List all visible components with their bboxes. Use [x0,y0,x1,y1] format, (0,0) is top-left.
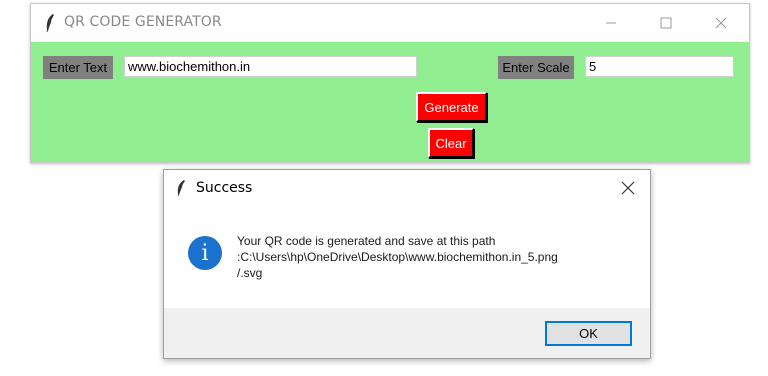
main-window: QR CODE GENERATOR Enter Text www.biochem… [30,3,750,163]
feather-icon [46,14,54,33]
close-icon [715,17,727,29]
clear-button[interactable]: Clear [428,128,474,158]
dialog-body: i Your QR code is generated and save at … [164,206,650,308]
dialog-title: Success [196,180,253,196]
text-input[interactable]: www.biochemithon.in [124,56,417,77]
message-line-3: /.svg [237,266,263,280]
enter-scale-label: Enter Scale [498,56,574,79]
message-line-2: :C:\Users\hp\OneDrive\Desktop\www.bioche… [237,250,558,264]
enter-text-label: Enter Text [43,56,113,79]
scale-input[interactable]: 5 [585,56,734,77]
dialog-close-button[interactable] [616,176,640,200]
generate-button[interactable]: Generate [416,92,487,122]
feather-icon [177,180,185,197]
maximize-button[interactable] [643,4,689,42]
minimize-icon [606,22,616,24]
ok-button[interactable]: OK [545,321,632,346]
close-button[interactable] [698,4,744,42]
close-icon [621,181,635,195]
maximize-icon [660,17,672,29]
title-bar[interactable]: QR CODE GENERATOR [31,4,749,42]
minimize-button[interactable] [588,4,634,42]
message-line-1: Your QR code is generated and save at th… [237,234,496,248]
dialog-title-bar[interactable]: Success [164,170,650,206]
info-icon: i [188,236,222,270]
window-title: QR CODE GENERATOR [64,14,222,30]
success-dialog: Success i Your QR code is generated and … [163,169,651,359]
